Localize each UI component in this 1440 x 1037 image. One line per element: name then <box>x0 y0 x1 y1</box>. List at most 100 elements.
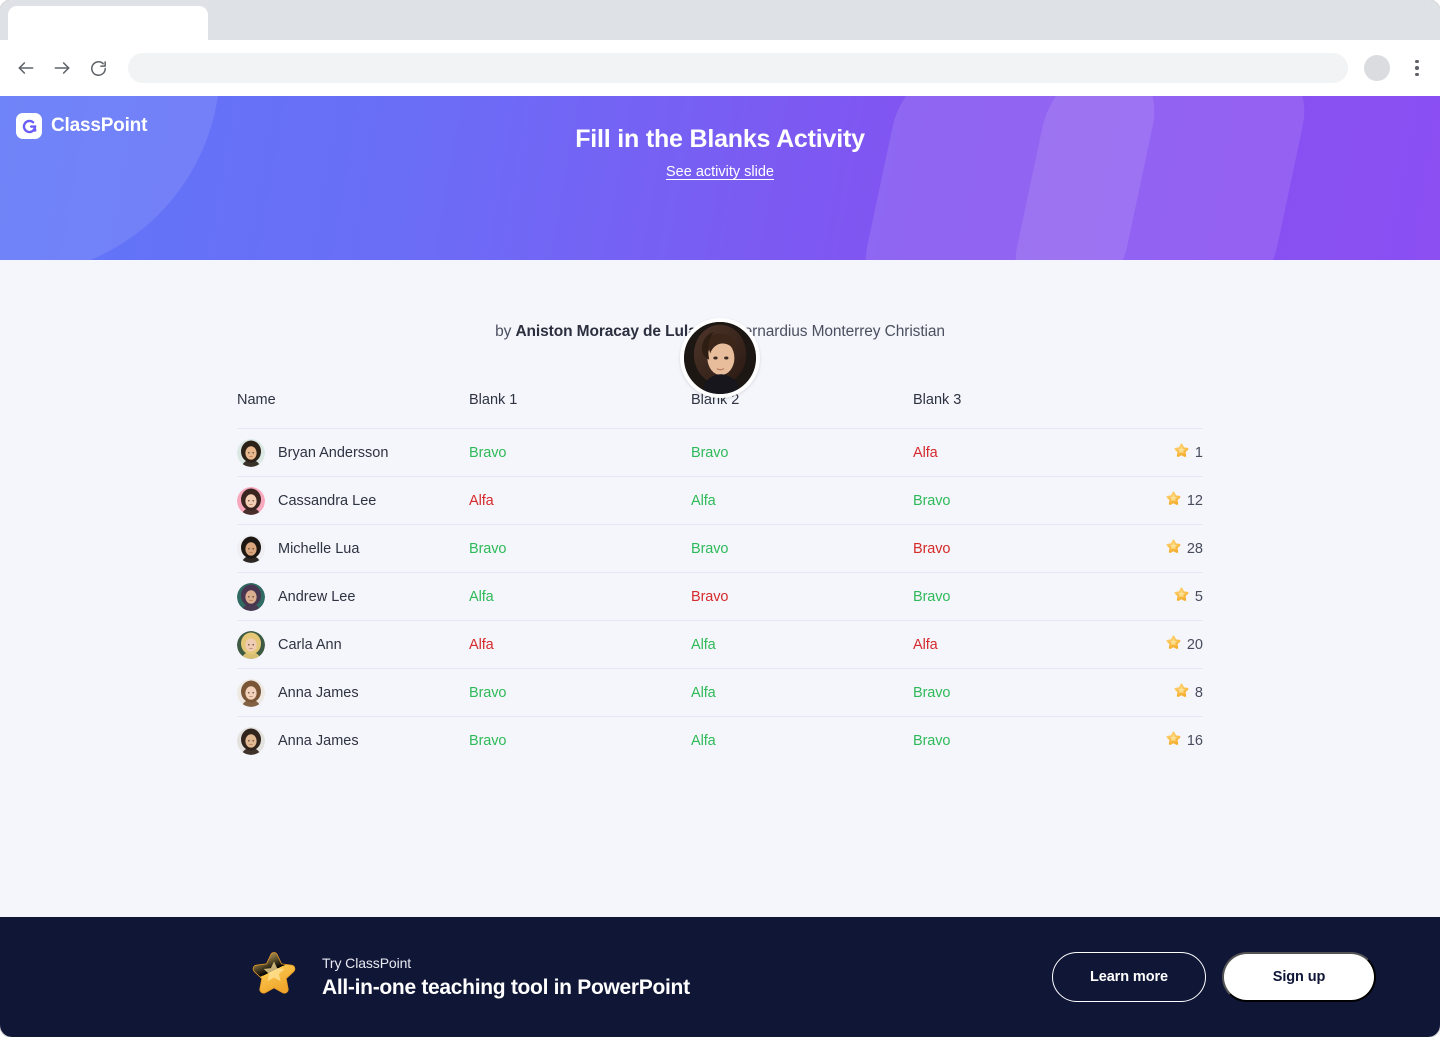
cell-blank-1: Bravo <box>469 716 691 765</box>
browser-window: ClassPoint Fill in the Blanks Activity S… <box>0 0 1440 1037</box>
cell-blank-3: Bravo <box>913 476 1135 525</box>
back-button[interactable] <box>10 52 42 84</box>
column-header-blank-3: Blank 3 <box>913 392 962 408</box>
cell-blank-1: Bravo <box>469 668 691 717</box>
see-activity-slide-link[interactable]: See activity slide <box>666 164 774 180</box>
column-header-name: Name <box>237 392 276 408</box>
cell-blank-1: Bravo <box>469 524 691 573</box>
promo-banner-content: Try ClassPoint All-in-one teaching tool … <box>248 949 1052 1006</box>
answer-value: Bravo <box>913 540 951 557</box>
learn-more-button[interactable]: Learn more <box>1052 952 1206 1002</box>
score-value: 28 <box>1186 541 1203 557</box>
score-value: 8 <box>1194 685 1203 701</box>
answer-value: Bravo <box>469 732 507 749</box>
cell-score: 28 <box>1135 524 1203 573</box>
classpoint-logo[interactable]: ClassPoint <box>16 113 147 139</box>
avatar <box>237 534 265 563</box>
table-row: Michelle Lua Bravo Bravo Bravo 28 <box>237 524 1203 573</box>
cell-blank-2: Bravo <box>691 572 913 621</box>
column-header-score <box>1135 392 1203 429</box>
answer-value: Bravo <box>913 732 951 749</box>
answer-value: Bravo <box>913 684 951 701</box>
profile-avatar-icon[interactable] <box>1364 55 1390 81</box>
table-row: Andrew Lee Alfa Bravo Bravo 5 <box>237 572 1203 621</box>
cell-blank-3: Alfa <box>913 620 1135 669</box>
score-value: 1 <box>1194 445 1203 461</box>
cell-blank-1: Alfa <box>469 572 691 621</box>
gold-star-icon <box>248 949 300 1006</box>
avatar <box>237 438 265 467</box>
answer-value: Alfa <box>691 492 716 509</box>
table-row: Cassandra Lee Alfa Alfa Bravo 12 <box>237 476 1203 525</box>
avatar <box>237 678 265 707</box>
answer-value: Alfa <box>469 492 494 509</box>
avatar <box>237 726 265 755</box>
score-value: 20 <box>1186 637 1203 653</box>
answer-value: Bravo <box>913 588 951 605</box>
cell-blank-1: Alfa <box>469 620 691 669</box>
cell-blank-3: Alfa <box>913 428 1135 477</box>
reload-button[interactable] <box>82 52 114 84</box>
cell-name: Bryan Andersson <box>237 428 469 477</box>
avatar <box>237 630 265 659</box>
cell-blank-3: Bravo <box>913 524 1135 573</box>
student-name: Andrew Lee <box>278 588 356 605</box>
answer-value: Bravo <box>469 684 507 701</box>
answer-value: Bravo <box>691 540 729 557</box>
cell-blank-2: Bravo <box>691 524 913 573</box>
answer-value: Alfa <box>469 636 494 653</box>
cell-name: Andrew Lee <box>237 572 469 621</box>
browser-tabstrip <box>0 0 1440 40</box>
answer-value: Alfa <box>691 684 716 701</box>
student-name: Anna James <box>278 684 359 701</box>
kebab-menu-icon[interactable] <box>1406 54 1428 82</box>
promo-banner-actions: Learn more Sign up <box>1052 952 1376 1002</box>
cell-score: 16 <box>1135 716 1203 765</box>
cell-blank-3: Bravo <box>913 668 1135 717</box>
cell-blank-3: Bravo <box>913 572 1135 621</box>
cell-blank-2: Alfa <box>691 668 913 717</box>
score-value: 16 <box>1186 733 1203 750</box>
presenter-avatar <box>680 318 760 398</box>
cell-blank-1: Alfa <box>469 476 691 525</box>
table-row: Bryan Andersson Bravo Bravo Alfa 1 <box>237 428 1203 477</box>
star-icon <box>1165 538 1182 559</box>
star-icon <box>1173 442 1190 463</box>
table-row: Anna James Bravo Alfa Bravo 8 <box>237 668 1203 717</box>
star-icon <box>1165 490 1182 511</box>
cell-blank-2: Bravo <box>691 428 913 477</box>
cell-blank-3: Bravo <box>913 716 1135 765</box>
cell-blank-2: Alfa <box>691 476 913 525</box>
star-icon <box>1165 730 1182 751</box>
star-icon <box>1173 586 1190 607</box>
table-row: Anna James Bravo Alfa Bravo 16 <box>237 716 1203 765</box>
answer-value: Bravo <box>913 492 951 509</box>
avatar <box>237 582 265 611</box>
cell-name: Anna James <box>237 668 469 717</box>
column-header-blank-1: Blank 1 <box>469 392 518 408</box>
cell-blank-2: Alfa <box>691 716 913 765</box>
answer-value: Alfa <box>469 588 494 605</box>
student-name: Bryan Andersson <box>278 444 389 461</box>
cell-name: Carla Ann <box>237 620 469 669</box>
forward-button[interactable] <box>46 52 78 84</box>
activity-hero-header: ClassPoint Fill in the Blanks Activity S… <box>0 96 1440 260</box>
answer-value: Bravo <box>691 588 729 605</box>
promo-kicker: Try ClassPoint <box>322 954 412 971</box>
address-bar[interactable] <box>128 53 1348 83</box>
promo-banner-text: Try ClassPoint All-in-one teaching tool … <box>322 955 690 1000</box>
answer-value: Alfa <box>913 636 938 653</box>
sign-up-button[interactable]: Sign up <box>1222 952 1376 1002</box>
browser-toolbar <box>0 40 1440 96</box>
byline-author: Aniston Moracay de Lula <box>515 323 697 340</box>
answer-value: Alfa <box>691 636 716 653</box>
promo-headline: All-in-one teaching tool in PowerPoint <box>322 975 690 999</box>
classpoint-logo-text: ClassPoint <box>51 115 148 136</box>
student-name: Cassandra Lee <box>278 492 377 509</box>
browser-tab[interactable] <box>8 6 208 40</box>
answer-value: Bravo <box>469 540 507 557</box>
score-value: 5 <box>1194 589 1203 605</box>
cell-name: Michelle Lua <box>237 524 469 573</box>
score-value: 12 <box>1186 493 1203 509</box>
byline-prefix: by <box>495 323 512 340</box>
